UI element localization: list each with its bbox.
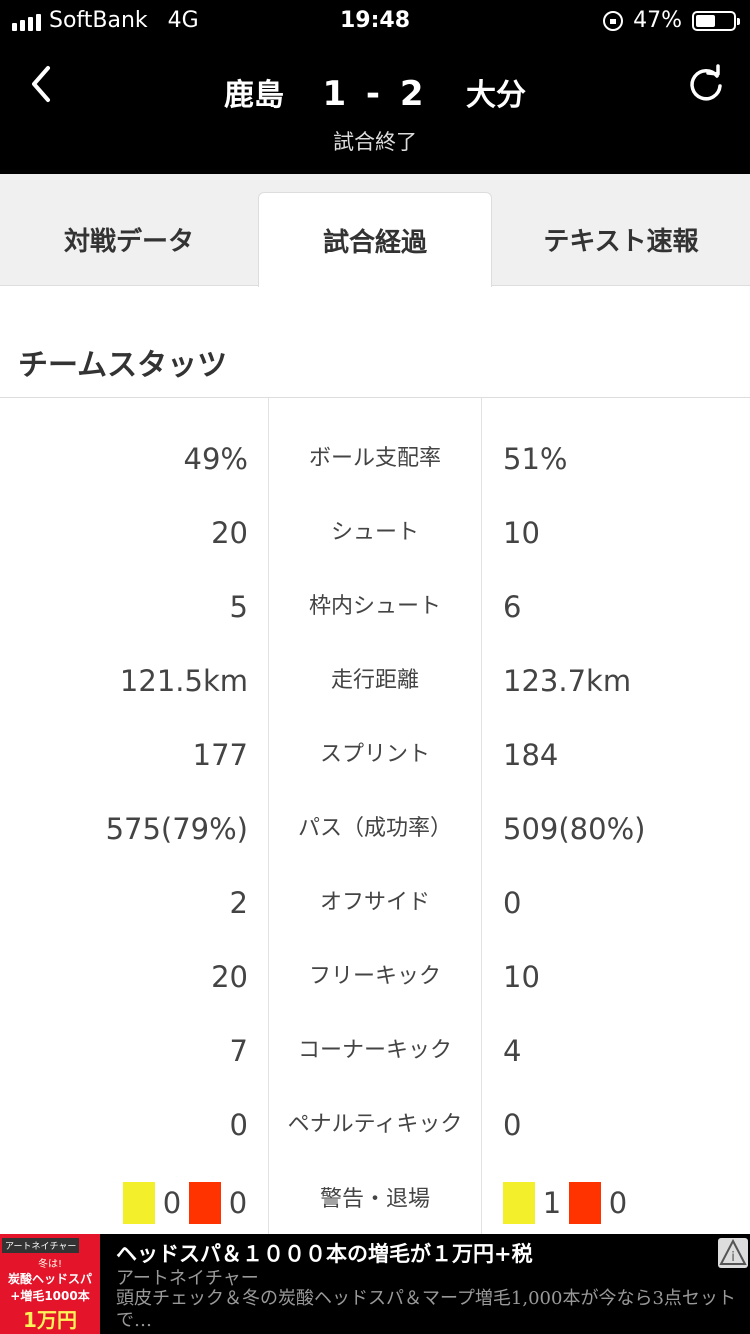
stat-row: 575(79%) パス（成功率） 509(80%) [0, 792, 750, 866]
away-team-name: 大分 [466, 78, 526, 113]
stat-label: ボール支配率 [308, 446, 441, 471]
svg-text:i: i [731, 1250, 735, 1265]
ad-image-line1: 冬は! [37, 1259, 62, 1270]
battery-icon [692, 10, 740, 31]
ad-info-icon[interactable]: i [718, 1238, 748, 1268]
cards-row: 0 0 警告・退場 1 0 [0, 1163, 750, 1237]
away-stat-value: 123.7km [503, 664, 632, 698]
stat-label: フリーキック [308, 964, 441, 989]
away-stat-value: 0 [503, 1108, 522, 1142]
away-red-count: 0 [608, 1186, 628, 1220]
home-stat-value: 121.5km [119, 664, 248, 698]
stat-row: 121.5km 走行距離 123.7km [0, 644, 750, 718]
stat-label: シュート [330, 520, 419, 545]
section-title: チームスタッツ [18, 348, 228, 383]
stat-label: コーナーキック [297, 1038, 452, 1063]
stat-row: 7 コーナーキック 4 [0, 1014, 750, 1088]
away-stat-value: 6 [503, 590, 522, 624]
stat-label: スプリント [319, 742, 430, 767]
status-bar: SoftBank 4G 19:48 47% [0, 0, 750, 40]
tab-match-data[interactable]: 対戦データ [0, 192, 258, 286]
stat-label: ペナルティキック [287, 1112, 463, 1137]
away-stat-value: 0 [503, 886, 522, 920]
ad-sponsor: アートネイチャー [116, 1268, 259, 1289]
divider [0, 397, 750, 398]
red-card-icon [569, 1182, 601, 1224]
rotation-lock-icon [603, 10, 624, 31]
home-yellow-count: 0 [162, 1186, 182, 1220]
stat-label: 走行距離 [330, 668, 419, 693]
tab-bar: 対戦データ 試合経過 テキスト速報 [0, 174, 750, 287]
away-yellow-count: 1 [542, 1186, 562, 1220]
stat-row: 0 ペナルティキック 0 [0, 1088, 750, 1162]
away-stat-value: 10 [503, 516, 540, 550]
away-stat-value: 10 [503, 960, 540, 994]
home-stat-value: 575(79%) [105, 812, 248, 846]
scoreline: 鹿島 1 - 2 大分 [0, 70, 750, 114]
home-stat-value: 7 [229, 1034, 248, 1068]
away-stat-value: 51% [503, 442, 568, 476]
ad-image-line3: +増毛1000本 [10, 1289, 90, 1303]
stat-label: パス（成功率） [297, 816, 452, 841]
home-stat-value: 177 [192, 738, 248, 772]
home-stat-value: 0 [229, 1108, 248, 1142]
home-team-name: 鹿島 [223, 78, 284, 113]
stat-label: 枠内シュート [308, 594, 441, 619]
yellow-card-icon [503, 1182, 535, 1224]
red-card-icon [189, 1182, 221, 1224]
stat-label: オフサイド [319, 890, 430, 915]
home-cards: 0 0 [123, 1181, 255, 1225]
away-stat-value: 4 [503, 1034, 522, 1068]
stat-row: 20 シュート 10 [0, 496, 750, 570]
stat-row: 5 枠内シュート 6 [0, 570, 750, 644]
match-header: SoftBank 4G 19:48 47% 鹿島 1 - 2 大分 試合終了 [0, 0, 750, 174]
stat-row: 20 フリーキック 10 [0, 940, 750, 1014]
ad-image[interactable]: アートネイチャー 冬は! 炭酸ヘッドスパ +増毛1000本 1万円 [0, 1234, 100, 1334]
status-right: 47% [603, 8, 740, 33]
ad-image-brand: アートネイチャー [2, 1238, 80, 1253]
home-red-count: 0 [228, 1186, 248, 1220]
battery-percent: 47% [633, 8, 682, 33]
ad-image-line2: 炭酸ヘッドスパ [7, 1272, 92, 1286]
ad-image-price: 1万円 [23, 1308, 77, 1332]
away-cards: 1 0 [503, 1181, 635, 1225]
yellow-card-icon [123, 1182, 155, 1224]
stat-row: 2 オフサイド 0 [0, 866, 750, 940]
score: 1 - 2 [322, 74, 428, 114]
stat-label: 警告・退場 [319, 1187, 430, 1212]
home-stat-value: 49% [183, 442, 248, 476]
away-stat-value: 509(80%) [503, 812, 646, 846]
away-stat-value: 184 [503, 738, 559, 772]
home-stat-value: 20 [211, 960, 248, 994]
match-status: 試合終了 [333, 130, 417, 154]
tab-match-progress[interactable]: 試合経過 [258, 192, 492, 287]
stat-row: 49% ボール支配率 51% [0, 422, 750, 496]
tab-text-live[interactable]: テキスト速報 [492, 192, 750, 286]
ad-body: 頭皮チェック＆冬の炭酸ヘッドスパ＆マープ増毛1,000本が今なら3点セットで… [116, 1288, 736, 1331]
stat-row: 177 スプリント 184 [0, 718, 750, 792]
home-stat-value: 5 [229, 590, 248, 624]
home-stat-value: 2 [229, 886, 248, 920]
refresh-icon[interactable] [686, 64, 726, 104]
ad-banner[interactable]: アートネイチャー 冬は! 炭酸ヘッドスパ +増毛1000本 1万円 ヘッドスパ＆… [0, 1234, 750, 1334]
home-stat-value: 20 [211, 516, 248, 550]
